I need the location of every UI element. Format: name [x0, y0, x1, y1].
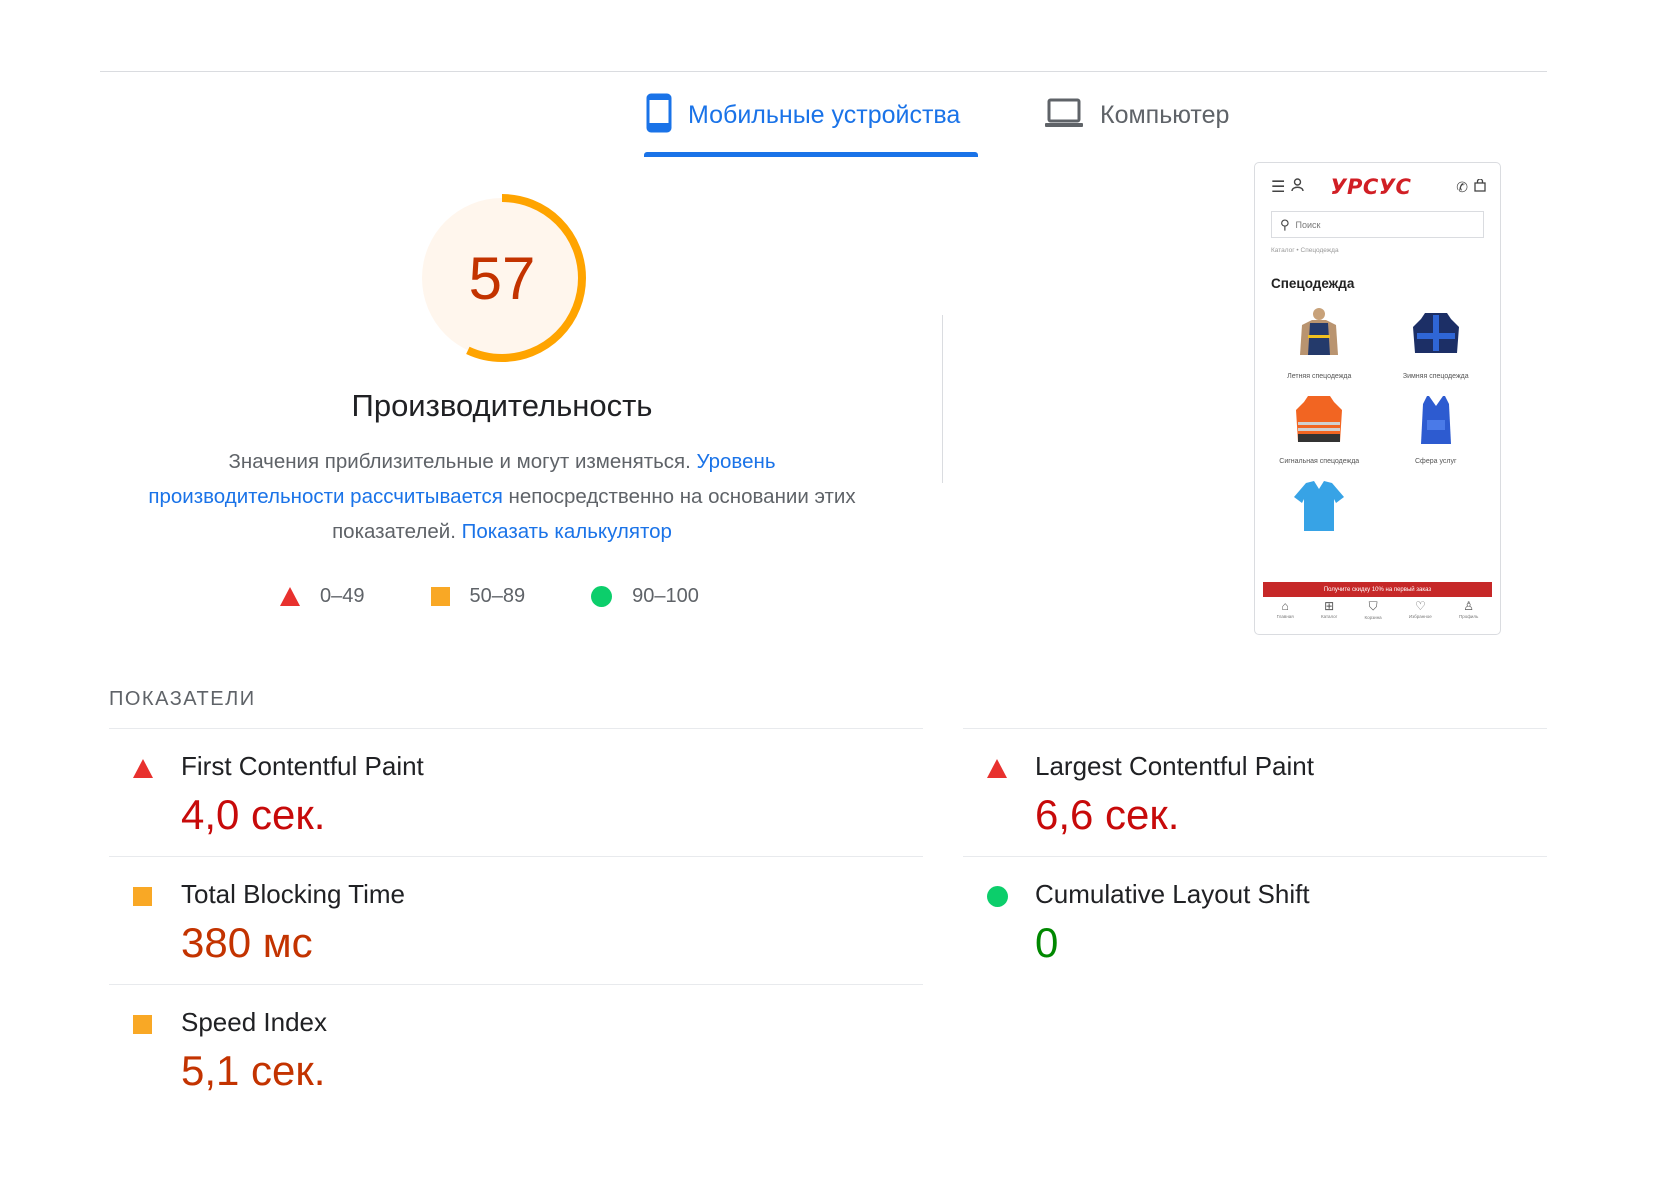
performance-description: Значения приблизительные и могут изменят…: [140, 444, 864, 549]
square-icon: [430, 587, 450, 606]
metrics-heading: ПОКАЗАТЕЛИ: [109, 688, 256, 710]
user-icon: [1291, 177, 1305, 197]
legend-average-label: 50–89: [469, 585, 526, 607]
nav-favorites: ♡ Избранное: [1408, 599, 1432, 619]
metric-value: 0: [1035, 919, 1059, 966]
screenshot-category-grid: Летняя спецодежда Зимняя спецодежда Сигн…: [1261, 305, 1494, 537]
medical-shirt-image: [1288, 475, 1350, 537]
category-item: Летняя спецодежда: [1261, 305, 1378, 380]
top-divider: [100, 71, 1547, 72]
screenshot-bottom-nav: ⌂ Главная ⊞ Каталог ⛉ Корзина ♡ Избранное ♙ П…: [1263, 599, 1492, 629]
nav-cart: ⛉ Корзина: [1364, 599, 1382, 620]
grid-icon: ⊞: [1324, 599, 1335, 613]
smartphone-icon: [646, 93, 672, 138]
legend-good-label: 90–100: [632, 585, 699, 607]
bag-icon: [1474, 177, 1486, 196]
metric-name: First Contentful Paint: [181, 751, 424, 781]
average-square-icon: [133, 887, 152, 906]
score-legend: 0–49 50–89 90–100: [280, 585, 765, 608]
fail-triangle-icon: [987, 759, 1007, 778]
metric-name: Speed Index: [181, 1007, 328, 1037]
legend-poor: 0–49: [280, 585, 365, 608]
category-caption: Сигнальная спецодежда: [1279, 458, 1360, 465]
metric-tbt: Total Blocking Time 380 мс: [109, 856, 923, 984]
tab-desktop[interactable]: Компьютер: [1038, 88, 1235, 142]
laptop-icon: [1044, 97, 1084, 134]
screenshot-promo-banner: Получите скидку 10% на первый заказ: [1263, 582, 1492, 597]
final-screenshot: ☰ УРСУС ✆ ⚲ Поиск Каталог • Спецодежда С…: [1254, 162, 1501, 635]
metric-lcp: Largest Contentful Paint 6,6 сек.: [963, 728, 1547, 856]
metric-name: Total Blocking Time: [181, 879, 405, 909]
metric-value: 380 мс: [181, 919, 313, 966]
vertical-divider: [942, 315, 943, 483]
cart-icon: ⛉: [1368, 599, 1378, 613]
legend-good: 90–100: [591, 585, 699, 608]
category-caption: Зимняя спецодежда: [1402, 373, 1469, 380]
metric-value: 6,6 сек.: [1035, 791, 1180, 838]
metric-cls: Cumulative Layout Shift 0: [963, 856, 1547, 984]
desc-text-1: Значения приблизительные и могут изменят…: [228, 450, 697, 473]
category-item: Сфера услуг: [1378, 390, 1495, 465]
screenshot-search: ⚲ Поиск: [1271, 211, 1484, 238]
site-logo: УРСУС: [1330, 175, 1412, 199]
fail-triangle-icon: [133, 759, 153, 778]
service-sector-image: [1405, 390, 1467, 452]
category-caption: Сфера услуг: [1415, 458, 1457, 465]
nav-profile: ♙ Профиль: [1458, 599, 1479, 619]
metric-name: Cumulative Layout Shift: [1035, 879, 1310, 909]
signal-workwear-image: [1288, 390, 1350, 452]
metric-fcp: First Contentful Paint 4,0 сек.: [109, 728, 923, 856]
metric-name: Largest Contentful Paint: [1035, 751, 1314, 781]
category-item: [1261, 475, 1378, 537]
screenshot-search-placeholder: Поиск: [1295, 219, 1321, 230]
triangle-icon: [280, 587, 300, 606]
menu-icon: ☰: [1271, 179, 1286, 196]
home-icon: ⌂: [1281, 599, 1289, 613]
search-icon: ⚲: [1280, 216, 1290, 232]
screenshot-breadcrumb: Каталог • Спецодежда: [1271, 247, 1339, 254]
category-caption: Летняя спецодежда: [1287, 373, 1352, 380]
circle-icon: [591, 586, 613, 607]
user-icon: ♙: [1463, 599, 1475, 613]
tab-mobile[interactable]: Мобильные устройства: [640, 88, 982, 157]
performance-score: 57: [468, 244, 536, 312]
phone-icon: ✆: [1456, 178, 1468, 195]
tab-mobile-label: Мобильные устройства: [688, 100, 961, 129]
metric-si: Speed Index 5,1 сек.: [109, 984, 923, 1112]
pass-circle-icon: [987, 886, 1008, 907]
nav-home: ⌂ Главная: [1276, 599, 1294, 619]
performance-title: Производительность: [351, 388, 653, 423]
show-calculator-link[interactable]: Показать калькулятор: [462, 520, 672, 543]
active-tab-indicator: [644, 152, 978, 157]
average-square-icon: [133, 1015, 152, 1034]
metric-value: 4,0 сек.: [181, 791, 326, 838]
device-tabs: Мобильные устройства Компьютер: [640, 88, 1235, 158]
nav-catalog: ⊞ Каталог: [1320, 599, 1338, 619]
heart-icon: ♡: [1414, 599, 1426, 613]
category-item: Сигнальная спецодежда: [1261, 390, 1378, 465]
tab-desktop-label: Компьютер: [1100, 100, 1230, 129]
legend-average: 50–89: [430, 585, 526, 608]
legend-poor-label: 0–49: [320, 585, 365, 607]
performance-gauge: 57: [414, 190, 590, 366]
metric-value: 5,1 сек.: [181, 1047, 326, 1094]
category-item: Зимняя спецодежда: [1378, 305, 1495, 380]
screenshot-heading: Спецодежда: [1271, 276, 1355, 291]
summer-workwear-image: [1288, 305, 1350, 367]
winter-workwear-image: [1405, 305, 1467, 367]
screenshot-header: ☰ УРСУС ✆: [1255, 163, 1500, 211]
